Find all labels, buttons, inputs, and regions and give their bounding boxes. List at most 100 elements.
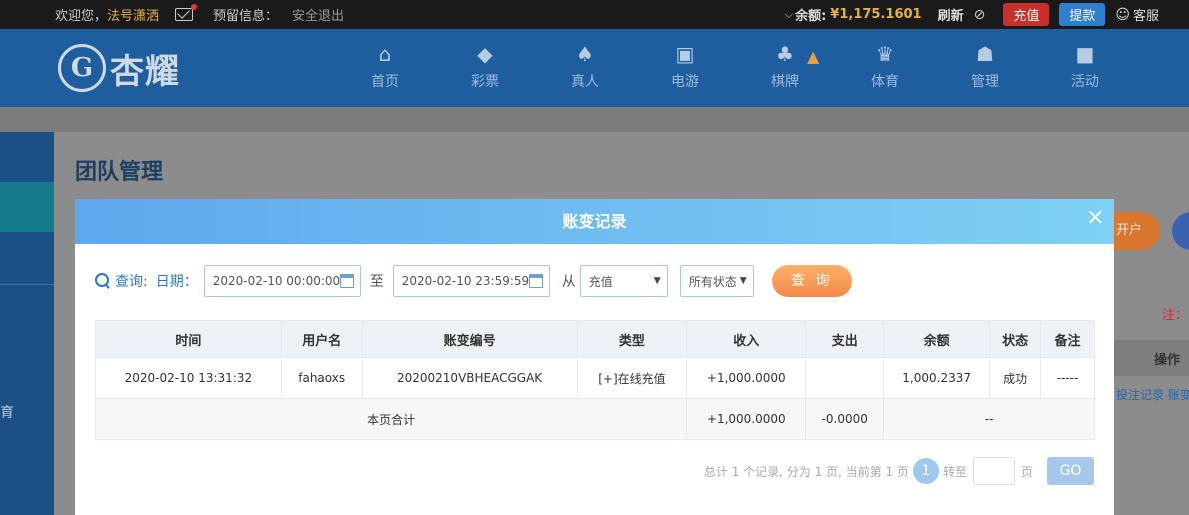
col-username: 用户名 [280, 320, 363, 358]
logout-link[interactable]: 安全退出 [292, 5, 344, 24]
mail-icon[interactable] [175, 4, 198, 21]
username[interactable]: 法号潇洒 [107, 5, 159, 24]
summary-expense: -0.0000 [805, 398, 885, 440]
sidebar: 育 [0, 132, 54, 515]
sub-bar [0, 107, 1189, 132]
nav-item-manage[interactable]: ☗ 管理 [955, 43, 1015, 91]
nav-item-slots[interactable]: ▣ 电游 [655, 43, 715, 91]
logo-emblem-icon: G [58, 44, 106, 92]
deposit-button[interactable]: 充值 [1003, 3, 1050, 26]
transaction-record-modal: 账变记录 × 查询: 日期： 2020-02-10 00:00:00 至 202… [75, 199, 1114, 515]
end-date-input[interactable]: 2020-02-10 23:59:59 [392, 265, 550, 297]
row-action-links[interactable]: 投注记录 账变 [1116, 386, 1189, 403]
caret-down-icon: ▼ [653, 276, 661, 286]
operation-header: 操作 [1154, 353, 1181, 368]
unread-dot-icon [191, 4, 198, 10]
chat-icon: ☺ [1115, 6, 1130, 23]
transaction-table: 时间 用户名 账变编号 类型 收入 支出 余额 状态 备注 2020-02-10… [94, 320, 1095, 440]
date-label: 日期： [155, 274, 198, 290]
sidebar-item-active[interactable] [0, 182, 54, 232]
col-remark: 备注 [1040, 320, 1095, 358]
modal-header: 账变记录 × [75, 199, 1114, 244]
top-bar-left: 欢迎您， 法号潇洒 预留信息： 安全退出 [55, 4, 344, 24]
refresh-link[interactable]: 刷新 [938, 5, 964, 24]
nav-label: 棋牌 [771, 74, 799, 90]
summary-rest: -- [883, 398, 1095, 440]
from-label: 从 [561, 274, 576, 290]
cell-status: 成功 [989, 357, 1042, 399]
balance-label: 余额: [795, 9, 827, 24]
modal-title: 账变记录 [562, 212, 627, 231]
sidebar-divider [0, 284, 54, 285]
table-header-row: 时间 用户名 账变编号 类型 收入 支出 余额 状态 备注 [95, 320, 1095, 358]
brand-logo[interactable]: G 杏耀 [58, 37, 203, 99]
calendar-icon[interactable] [339, 274, 354, 288]
pagination: 总计 1 个记录, 分为 1 页, 当前第 1 页 1 转至 页 GO [704, 457, 1094, 485]
secondary-button[interactable] [1172, 212, 1189, 250]
cell-balance: 1,000.2337 [883, 357, 991, 399]
cell-username: fahaoxs [280, 357, 363, 399]
col-income: 收入 [686, 320, 807, 358]
pagination-info: 总计 1 个记录, 分为 1 页, 当前第 1 页 [703, 464, 909, 479]
cell-transaction-id: 20200210VBHEACGGAK [361, 357, 578, 399]
balance-value: ¥1,175.1601 [830, 7, 922, 22]
to-label: 至 [369, 274, 384, 290]
nav-label: 体育 [871, 74, 899, 90]
slot-machine-icon: ▣ [675, 42, 695, 66]
main-nav: G 杏耀 ⌂ 首页 ◆ 彩票 ♠ 真人 ▣ 电游 ♣ 棋牌 ▲ ♛ 体育 ☗ 管理 ■ 活动 [0, 29, 1189, 107]
nav-item-home[interactable]: ⌂ 首页 [355, 43, 415, 91]
nav-item-sports[interactable]: ♛ 体育 [855, 43, 915, 91]
top-bar-right: ⌵ 余额: ¥1,175.1601 刷新 ⊘ 充值 提款 ☺ 客服 [785, 3, 1159, 26]
summary-income: +1,000.0000 [686, 398, 807, 440]
users-icon: ☗ [976, 42, 994, 66]
nav-label: 彩票 [471, 74, 499, 90]
goto-page-input[interactable] [972, 457, 1015, 485]
withdraw-button[interactable]: 提款 [1059, 3, 1106, 26]
table-row: 2020-02-10 13:31:32 fahaoxs 20200210VBHE… [95, 357, 1095, 399]
hide-balance-icon[interactable]: ⊘ [974, 7, 986, 23]
home-icon: ⌂ [378, 42, 392, 66]
reserved-info-label: 预留信息： [213, 9, 279, 24]
go-button[interactable]: GO [1047, 457, 1094, 485]
cell-expense [805, 357, 885, 399]
cell-remark: ----- [1040, 357, 1095, 399]
query-label: 查询: [115, 274, 148, 290]
summary-label: 本页合计 [94, 398, 688, 440]
nav-label: 电游 [671, 74, 699, 90]
status-select[interactable]: 所有状态 ▼ [679, 265, 754, 297]
cards-icon: ♣ [776, 42, 794, 66]
calendar-icon[interactable] [528, 274, 543, 288]
nav-item-lottery[interactable]: ◆ 彩票 [455, 43, 515, 91]
page-unit-label: 页 [1020, 464, 1033, 479]
query-button[interactable]: 查 询 [771, 265, 852, 297]
hot-badge-icon: ▲ [807, 47, 820, 66]
close-icon[interactable]: × [1086, 207, 1104, 229]
col-transaction-id: 账变编号 [361, 320, 578, 358]
ticket-icon: ◆ [477, 42, 493, 66]
trophy-icon: ♛ [876, 42, 894, 66]
open-account-button[interactable]: 开户 [1114, 212, 1160, 250]
start-date-input[interactable]: 2020-02-10 00:00:00 [203, 265, 361, 297]
sidebar-item-label[interactable]: 育 [0, 402, 14, 422]
goto-label: 转至 [942, 464, 967, 479]
col-type: 类型 [576, 320, 688, 358]
nav-item-promotions[interactable]: ■ 活动 [1055, 43, 1115, 91]
start-date-value: 2020-02-10 00:00:00 [212, 274, 340, 288]
page-number-current[interactable]: 1 [912, 458, 939, 484]
top-bar: 欢迎您， 法号潇洒 预留信息： 安全退出 ⌵ 余额: ¥1,175.1601 刷… [0, 0, 1189, 29]
type-select[interactable]: 充值 ▼ [579, 265, 668, 297]
welcome-text: 欢迎您， [55, 9, 108, 24]
nav-label: 真人 [571, 74, 599, 90]
customer-service-link[interactable]: ☺ 客服 [1115, 5, 1159, 25]
nav-label: 活动 [1071, 74, 1099, 90]
nav-label: 管理 [971, 74, 999, 90]
gift-icon: ■ [1075, 42, 1095, 66]
logo-text: 杏耀 [110, 51, 180, 92]
filter-bar: 查询: 日期： 2020-02-10 00:00:00 至 2020-02-10… [95, 265, 852, 297]
col-status: 状态 [989, 320, 1042, 358]
page-title: 团队管理 [75, 160, 164, 185]
search-icon [95, 273, 111, 289]
chevron-down-icon[interactable]: ⌵ [785, 8, 793, 22]
nav-item-cards[interactable]: ♣ 棋牌 ▲ [755, 42, 819, 91]
nav-item-live[interactable]: ♠ 真人 [555, 43, 615, 91]
